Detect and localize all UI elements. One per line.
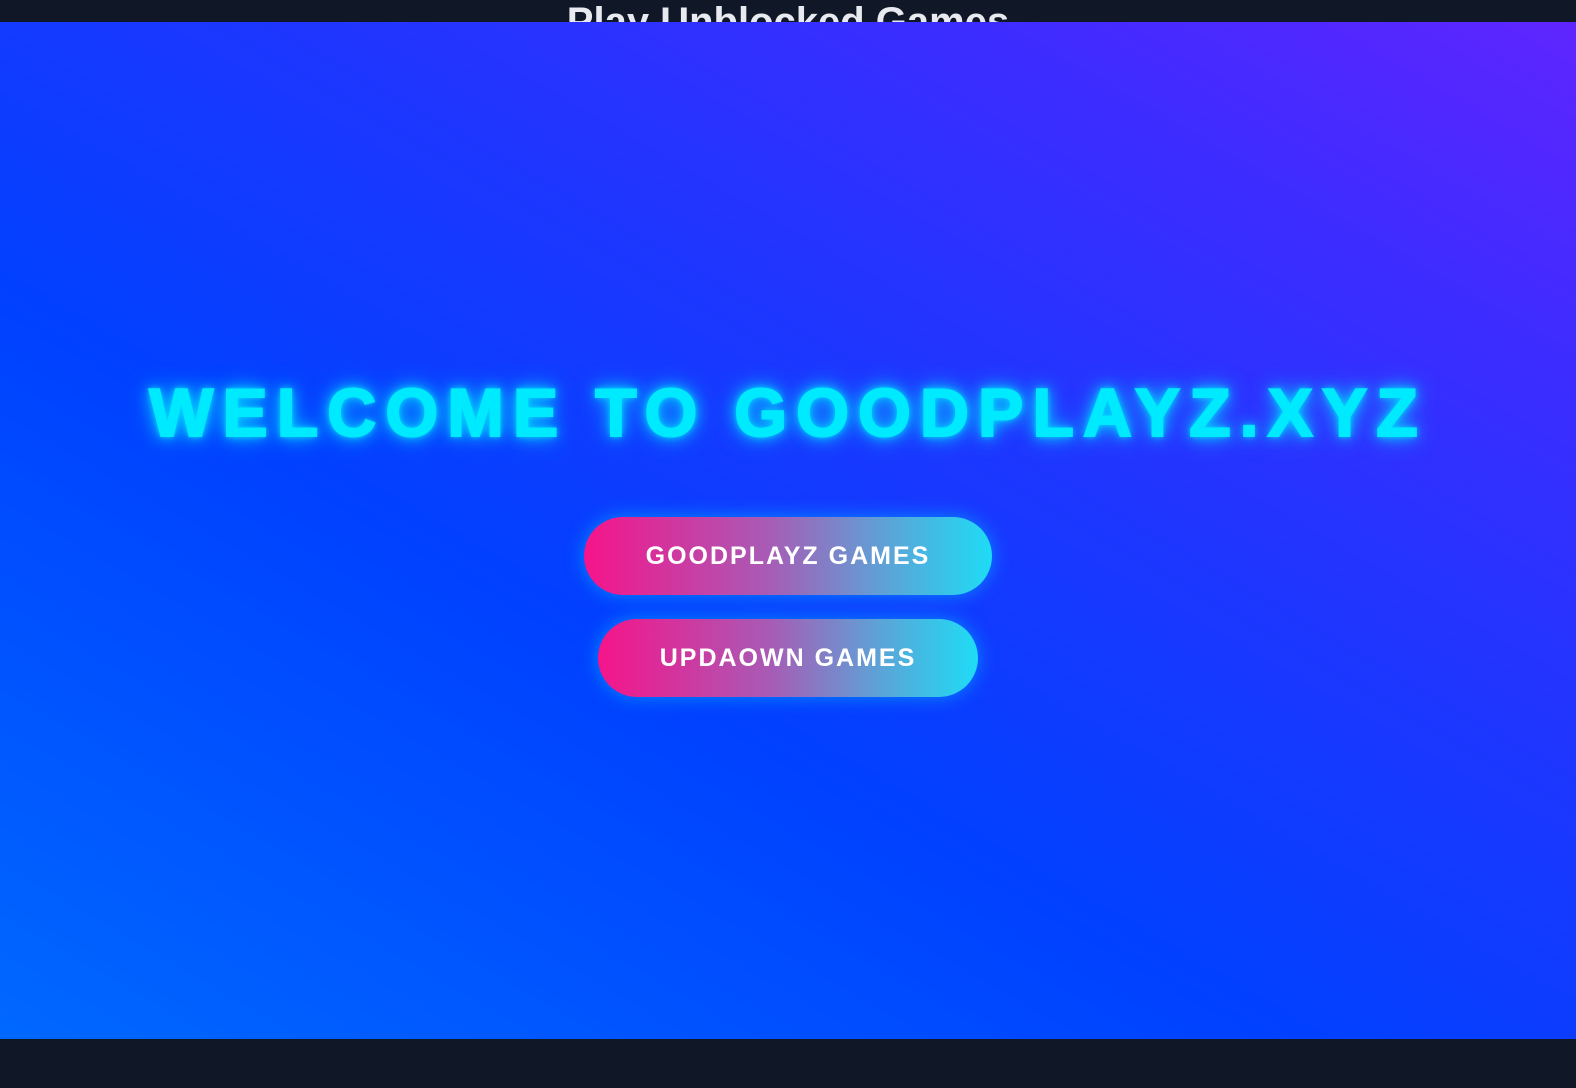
- updaown-games-button[interactable]: UPDAOWN GAMES: [598, 619, 978, 697]
- goodplayz-games-button[interactable]: GOODPLAYZ GAMES: [584, 517, 992, 595]
- hero-section: WELCOME TO GOODPLAYZ.XYZ GOODPLAYZ GAMES…: [0, 22, 1576, 1039]
- site-title: Play Unblocked Games: [566, 0, 1010, 22]
- top-header-bar: Play Unblocked Games: [0, 0, 1576, 22]
- welcome-heading: WELCOME TO GOODPLAYZ.XYZ: [148, 374, 1427, 452]
- footer-bar: [0, 1039, 1576, 1088]
